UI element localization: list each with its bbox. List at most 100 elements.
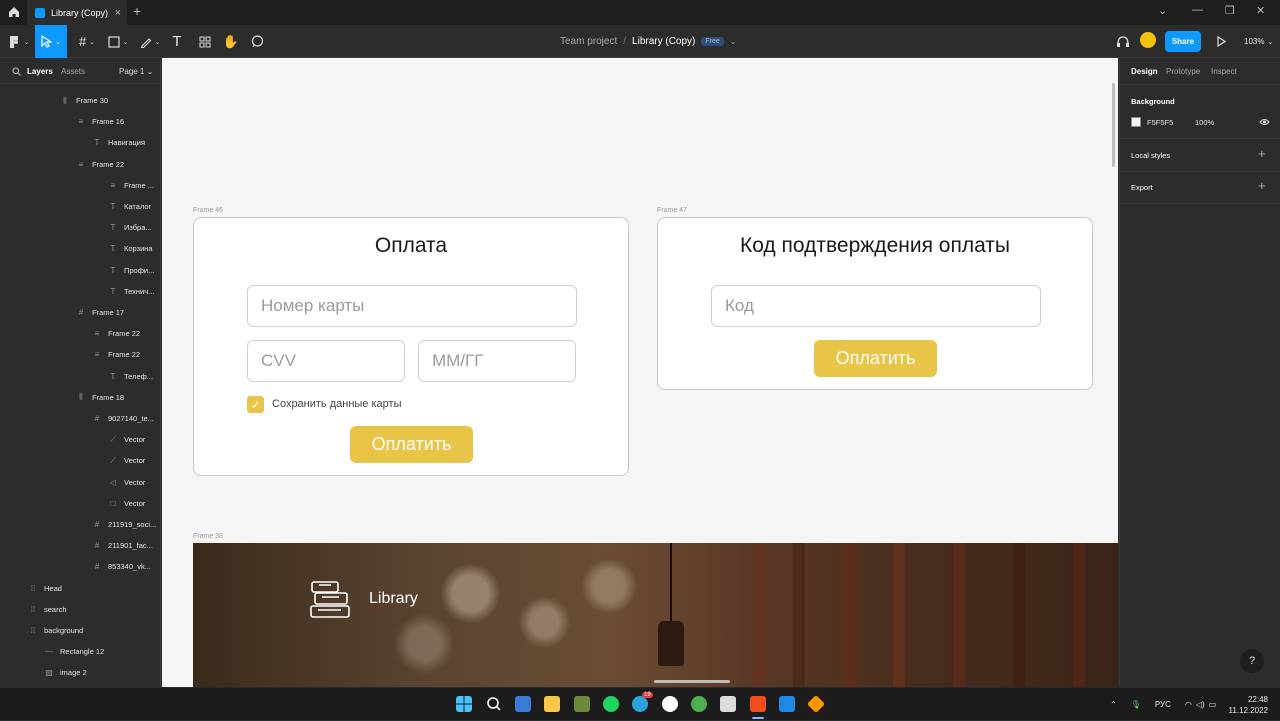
tab-library-copy[interactable]: Library (Copy) × [27,0,127,25]
breadcrumb-file[interactable]: Library (Copy) [632,36,695,47]
language-indicator[interactable]: РУС [1155,700,1171,709]
tab-close-icon[interactable]: × [115,7,121,19]
layer-row[interactable]: T Корзина [108,238,153,259]
layer-row[interactable]: ≡ Frame 22 [92,323,140,344]
comment-tool-button[interactable] [247,25,267,58]
layer-row[interactable]: ◁ Vector [108,472,145,493]
layer-row[interactable]: #211901_fac... [92,535,153,556]
layer-row[interactable]: T Телеф... [108,366,154,387]
main-menu-button[interactable]: ⌄ [4,25,34,58]
save-card-checkbox[interactable]: ✓ [247,396,264,413]
add-export-plus-icon[interactable]: + [1258,178,1266,193]
layer-row[interactable]: #853340_vk... [92,556,151,577]
minimize-button[interactable]: — [1192,4,1203,16]
layer-row[interactable]: ⫼ Frame 18 [76,387,124,408]
layer-row[interactable]: ⟋ Vector [108,429,145,450]
layer-row[interactable]: T Навигация [92,132,146,153]
headphones-icon[interactable] [1116,35,1130,48]
layer-row[interactable]: T Технич... [108,281,155,302]
chevron-up-icon[interactable]: ⌃ [1110,700,1117,709]
background-opacity[interactable]: 100% [1195,118,1214,127]
layer-row[interactable]: □ Vector [108,493,146,514]
new-tab-button[interactable]: + [133,3,141,19]
leaf-app-icon[interactable] [691,696,707,712]
frame-label[interactable]: Frame 46 [193,207,223,214]
pen-app-icon[interactable] [574,696,590,712]
zoom-control[interactable]: 103% ⌄ [1244,25,1273,58]
layer-row[interactable]: T Каталог [108,196,152,217]
telegram-icon[interactable] [632,696,648,712]
eye-icon[interactable] [1259,118,1270,126]
frame-label[interactable]: Frame 47 [657,207,687,214]
yandex-browser-icon[interactable] [662,696,678,712]
resources-button[interactable] [195,25,215,58]
home-icon[interactable] [6,4,22,20]
wifi-icon[interactable]: ◠ [1185,700,1192,709]
text-tool-button[interactable]: T [167,25,187,58]
tab-layers[interactable]: Layers [27,67,53,76]
layer-row[interactable]: ≡ Frame 22 [92,344,140,365]
layer-row[interactable]: # Frame 17 [76,302,124,323]
search-icon[interactable] [12,67,21,76]
breadcrumb-team[interactable]: Team project [560,36,617,47]
close-window-button[interactable]: ✕ [1256,4,1265,17]
microphone-icon[interactable]: 🎙 [1131,700,1141,709]
figma-icon[interactable] [750,696,766,712]
layer-row[interactable]: ≡ Frame ... [108,175,154,196]
add-style-plus-icon[interactable]: + [1258,146,1266,161]
layer-row[interactable]: ▨ image 2 [44,662,86,683]
layer-row[interactable]: T Избра... [108,217,152,238]
shape-tool-button[interactable]: ⌄ [104,25,132,58]
present-icon[interactable] [1216,36,1226,47]
layer-row[interactable]: #211919_soci... [92,514,156,535]
layer-row[interactable]: ⁞⁞ background [28,620,83,641]
horizontal-scrollbar[interactable] [654,680,730,683]
maximize-button[interactable]: ❐ [1225,4,1235,17]
spotify-icon[interactable] [603,696,619,712]
canvas[interactable]: Frame 46 Оплата Номер карты CVV ММ/ГГ ✓ … [162,58,1118,687]
layer-row[interactable]: ≡ Frame 16 [76,111,124,132]
frame-tool-button[interactable]: # ⌄ [73,25,101,58]
expiry-input[interactable]: ММ/ГГ [418,340,576,382]
frame-label[interactable]: Frame 38 [193,533,223,540]
page-selector[interactable]: Page 1 ⌄ [119,67,153,76]
move-tool-button[interactable]: ⌄ [35,25,67,58]
pay-button[interactable]: Оплатить [350,426,473,463]
tab-prototype[interactable]: Prototype [1166,67,1200,76]
battery-icon[interactable]: ▭ [1209,700,1217,709]
layer-row[interactable]: — Rectangle 12 [44,641,104,662]
background-swatch[interactable] [1131,117,1141,127]
avatar[interactable] [1140,32,1156,48]
layer-row[interactable]: #9027140_te... [92,408,154,429]
vertical-scrollbar[interactable] [1112,83,1115,167]
pen-tool-button[interactable]: ⌄ [136,25,164,58]
document-app-icon[interactable] [720,696,736,712]
file-explorer-icon[interactable] [544,696,560,712]
layer-row[interactable]: ⁞⁞ search [28,599,67,620]
confirm-pay-button[interactable]: Оплатить [814,340,937,377]
code-input[interactable]: Код [711,285,1041,327]
layer-row[interactable]: ⫼ Frame 30 [60,90,108,111]
layer-row[interactable]: ⁞⁞ Head [28,578,62,599]
search-icon[interactable] [486,696,502,712]
share-button[interactable]: Share [1165,31,1201,52]
layer-row[interactable]: T Профи... [108,260,155,281]
layer-row[interactable]: ⟋ Vector [108,450,145,471]
layer-row[interactable]: ≡ Frame 22 [76,154,124,175]
help-button[interactable]: ? [1240,649,1264,673]
notepad-icon[interactable] [515,696,531,712]
hand-tool-button[interactable]: ✋ [221,25,241,58]
vscode-icon[interactable] [779,696,795,712]
cvv-input[interactable]: CVV [247,340,405,382]
tab-design[interactable]: Design [1131,67,1158,76]
chevron-down-icon[interactable]: ⌄ [730,37,737,46]
background-hex[interactable]: F5F5F5 [1147,118,1173,127]
tab-assets[interactable]: Assets [61,67,85,76]
windows-start-icon[interactable] [456,696,472,712]
clock[interactable]: 22:48 11.12.2022 [1228,694,1268,716]
tab-inspect[interactable]: Inspect [1211,67,1237,76]
card-number-input[interactable]: Номер карты [247,285,577,327]
chevron-down-icon[interactable]: ⌄ [1158,4,1167,17]
volume-icon[interactable]: ◁) [1196,700,1205,709]
gitkraken-icon[interactable] [806,694,826,714]
